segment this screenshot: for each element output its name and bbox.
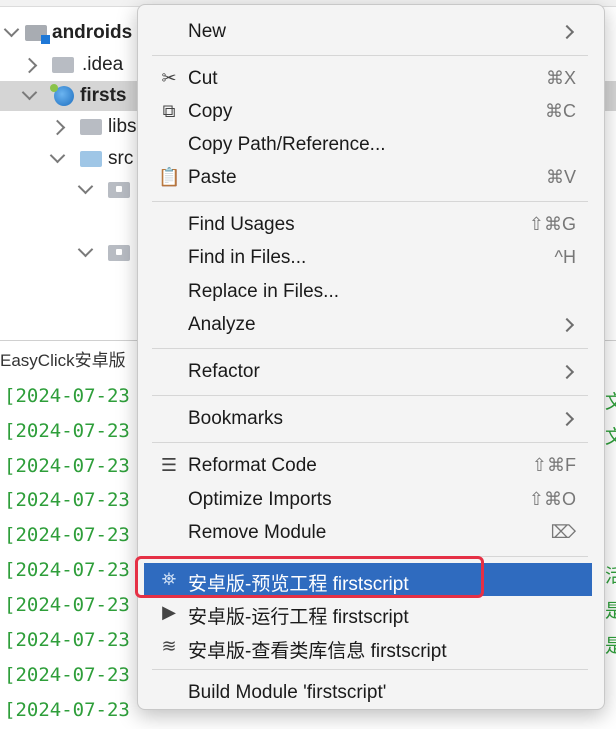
reformat-icon: ☰ — [160, 455, 178, 475]
menu-item-label: 安卓版-查看类库信息 firstscript — [188, 641, 447, 662]
tree-label-firstscript: firsts — [80, 85, 127, 106]
menu-item-new[interactable]: New — [144, 15, 592, 48]
menu-item-refactor[interactable]: Refactor — [144, 355, 592, 388]
tree-label-root: androids — [52, 22, 133, 43]
menu-item-copy[interactable]: ⧉ Copy ⌘C — [144, 95, 592, 128]
tree-label-src: src — [108, 148, 134, 169]
libs-icon: ≋ — [161, 636, 177, 656]
menu-item-shortcut: ⌘C — [545, 101, 576, 121]
menu-item-shortcut: ⇧⌘G — [528, 214, 576, 234]
menu-item-label: Find in Files... — [188, 247, 307, 268]
menu-item-preview-project[interactable]: ⛯ 安卓版-预览工程 firstscript — [144, 563, 592, 596]
menu-item-label: Remove Module — [188, 522, 327, 543]
menu-item-label: Copy — [188, 101, 233, 122]
chevron-right-icon[interactable] — [21, 57, 38, 74]
delete-key-icon: ⌦ — [550, 522, 576, 542]
menu-item-label: Find Usages — [188, 214, 295, 235]
chevron-right-icon — [559, 364, 575, 380]
chevron-down-icon[interactable] — [49, 147, 66, 164]
resource-folder-icon — [108, 182, 130, 198]
menu-item-remove-module[interactable]: Remove Module ⌦ — [144, 516, 592, 549]
menu-item-label: Build Module 'firstscript' — [188, 682, 387, 703]
menu-item-label: Paste — [188, 167, 237, 188]
menu-item-replace-in-files[interactable]: Replace in Files... — [144, 275, 592, 308]
copy-icon: ⧉ — [162, 101, 176, 121]
chevron-right-icon — [559, 317, 575, 333]
menu-item-label: Bookmarks — [188, 408, 284, 429]
menu-item-label: 安卓版-预览工程 firstscript — [188, 574, 409, 595]
chevron-down-icon[interactable] — [77, 178, 94, 195]
tree-label-libs: libs — [108, 116, 137, 137]
menu-item-label: New — [188, 21, 227, 42]
menu-item-shortcut: ⇧⌘O — [528, 489, 576, 509]
menu-separator — [152, 556, 588, 557]
menu-item-bookmarks[interactable]: Bookmarks — [144, 402, 592, 435]
folder-icon — [52, 57, 74, 73]
chevron-right-icon[interactable] — [49, 119, 66, 136]
resource-folder-icon — [108, 245, 130, 261]
menu-item-copy-path[interactable]: Copy Path/Reference... — [144, 128, 592, 161]
menu-separator — [152, 201, 588, 202]
log-line: [2024-07-23 — [4, 559, 130, 581]
menu-item-label: Analyze — [188, 314, 256, 335]
menu-item-build-module[interactable]: Build Module 'firstscript' — [144, 676, 592, 709]
menu-item-run-project[interactable]: ▶ 安卓版-运行工程 firstscript — [144, 596, 592, 629]
menu-item-reformat-code[interactable]: ☰ Reformat Code ⇧⌘F — [144, 449, 592, 482]
preview-icon: ⛯ — [161, 569, 177, 589]
menu-item-shortcut: ⌘V — [545, 167, 576, 187]
chevron-right-icon — [559, 411, 575, 427]
console-tab[interactable]: EasyClick安卓版 — [0, 346, 126, 371]
log-line: [2024-07-23 — [4, 385, 130, 407]
menu-item-cut[interactable]: ✂ Cut ⌘X — [144, 62, 592, 95]
menu-separator — [152, 395, 588, 396]
folder-icon — [80, 151, 102, 167]
menu-item-label: Replace in Files... — [188, 281, 340, 302]
chevron-right-icon — [559, 24, 575, 40]
menu-item-shortcut: ⌘X — [545, 68, 576, 88]
menu-item-analyze[interactable]: Analyze — [144, 308, 592, 341]
menu-item-optimize-imports[interactable]: Optimize Imports ⇧⌘O — [144, 483, 592, 516]
menu-item-label: Copy Path/Reference... — [188, 134, 386, 155]
menu-item-label: Refactor — [188, 361, 260, 382]
module-icon — [25, 25, 50, 44]
paste-icon: 📋 — [158, 167, 181, 187]
menu-item-find-in-files[interactable]: Find in Files... ^H — [144, 241, 592, 274]
log-line: [2024-07-23 — [4, 629, 130, 651]
log-line: [2024-07-23 — [4, 524, 130, 546]
menu-item-view-libs[interactable]: ≋ 安卓版-查看类库信息 firstscript — [144, 630, 592, 663]
tree-label-idea: .idea — [82, 54, 124, 75]
menu-separator — [152, 669, 588, 670]
menu-item-label: Optimize Imports — [188, 489, 332, 510]
menu-separator — [152, 55, 588, 56]
menu-separator — [152, 442, 588, 443]
log-line: [2024-07-23 — [4, 489, 130, 511]
menu-item-label: Cut — [188, 68, 218, 89]
cut-icon: ✂ — [161, 68, 177, 88]
folder-icon — [80, 119, 102, 135]
log-line: [2024-07-23 — [4, 420, 130, 442]
menu-item-paste[interactable]: 📋 Paste ⌘V — [144, 161, 592, 194]
menu-item-label: Reformat Code — [188, 455, 317, 476]
log-line: [2024-07-23 — [4, 455, 130, 477]
log-line: [2024-07-23 — [4, 664, 130, 686]
log-line: [2024-07-23 — [4, 699, 130, 721]
android-globe-icon — [50, 84, 74, 106]
menu-item-shortcut: ^H — [554, 247, 576, 267]
context-menu: New ✂ Cut ⌘X ⧉ Copy ⌘C Copy Path/Referen… — [137, 4, 605, 710]
menu-item-shortcut: ⇧⌘F — [531, 455, 576, 475]
chevron-down-icon[interactable] — [77, 241, 94, 258]
run-icon: ▶ — [162, 602, 176, 622]
menu-item-find-usages[interactable]: Find Usages ⇧⌘G — [144, 208, 592, 241]
menu-item-label: 安卓版-运行工程 firstscript — [188, 607, 409, 628]
chevron-down-icon[interactable] — [21, 84, 38, 101]
chevron-down-icon[interactable] — [3, 21, 20, 38]
menu-separator — [152, 348, 588, 349]
log-line: [2024-07-23 — [4, 594, 130, 616]
